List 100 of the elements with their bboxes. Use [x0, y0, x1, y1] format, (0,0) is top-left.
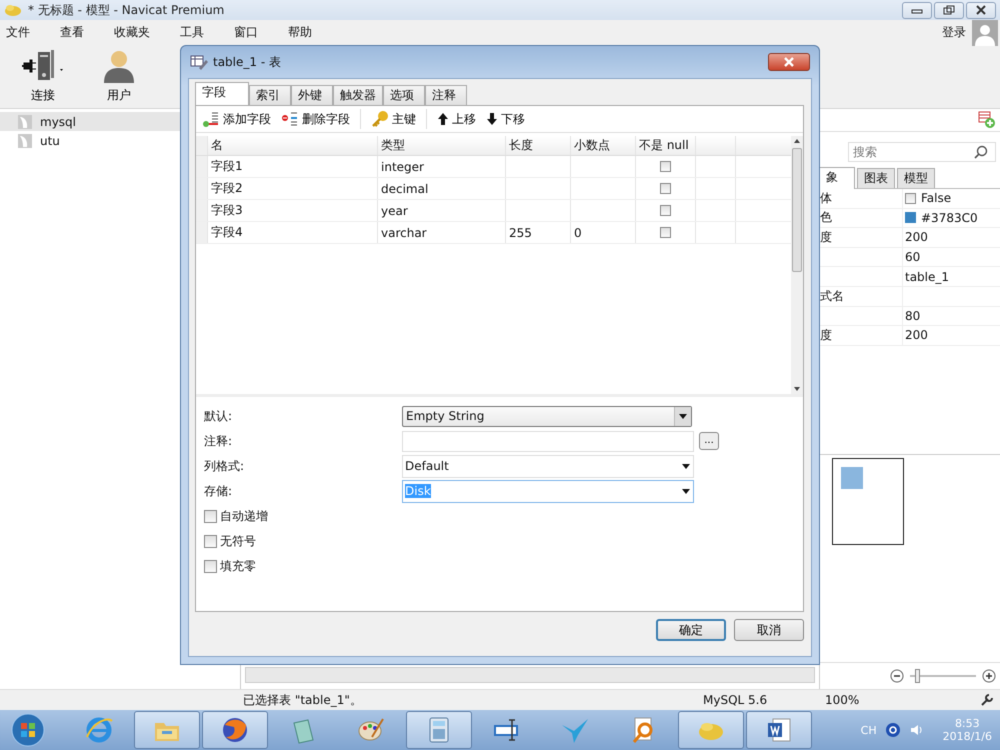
taskbar-app[interactable] — [202, 711, 268, 749]
scroll-down-icon[interactable] — [793, 386, 801, 392]
table-cell: 0 — [571, 222, 636, 243]
login-link[interactable]: 登录 — [942, 24, 966, 41]
column-header[interactable]: 名 — [208, 136, 378, 155]
property-value: 200 — [905, 230, 928, 244]
slider-thumb[interactable] — [914, 669, 920, 683]
checkbox[interactable] — [204, 534, 217, 548]
app-logo-icon — [4, 3, 22, 17]
column-header[interactable]: 长度 — [506, 136, 571, 155]
toolbar-button[interactable]: 连接 — [10, 49, 76, 104]
table-edit-icon — [190, 54, 208, 70]
checkbox[interactable] — [204, 560, 217, 572]
table-cell: varchar — [378, 222, 506, 243]
taskbar-app[interactable] — [406, 711, 472, 749]
table-cell: 字段4 — [208, 222, 378, 243]
tab[interactable]: 字段 — [195, 82, 249, 105]
user-icon — [102, 49, 136, 83]
column-header[interactable]: 类型 — [378, 136, 506, 155]
restore-button[interactable] — [934, 2, 964, 18]
toolbar-button[interactable]: 主键 — [371, 110, 416, 128]
close-icon — [975, 5, 987, 15]
search-field[interactable]: 搜索 — [848, 142, 996, 162]
zoom-in-icon[interactable] — [982, 669, 996, 683]
dialog-title: table_1 - 表 — [213, 54, 281, 70]
column-header[interactable]: 小数点 — [571, 136, 636, 155]
dropdown-field[interactable]: Default — [402, 454, 694, 478]
clock-date: 2018/1/6 — [942, 730, 992, 743]
browser-icon — [84, 715, 114, 745]
checkbox[interactable] — [204, 510, 217, 522]
dropdown-field[interactable]: Empty String — [402, 406, 692, 426]
menu-item[interactable]: 文件 — [6, 24, 60, 41]
checkbox-label: 无符号 — [220, 532, 256, 550]
scroll-up-icon[interactable] — [793, 138, 801, 144]
arrow-down-icon — [486, 112, 498, 126]
taskbar-app[interactable] — [678, 711, 744, 749]
checkbox-label: 填充零 — [220, 558, 256, 574]
search-icon — [974, 145, 988, 159]
panel-tab[interactable]: 象 — [820, 167, 855, 189]
minimize-button[interactable] — [902, 2, 932, 18]
menu-item[interactable]: 窗口 — [234, 24, 288, 41]
ok-button[interactable]: 确定 — [656, 619, 726, 641]
panel-tab[interactable]: 模型 — [897, 168, 935, 188]
property-value: 60 — [905, 250, 920, 264]
globe-icon — [220, 715, 250, 745]
tab[interactable]: 选项 — [383, 85, 425, 105]
menu-item[interactable]: 帮助 — [288, 24, 342, 41]
checkbox[interactable] — [660, 183, 671, 194]
close-button[interactable] — [768, 53, 810, 71]
column-header[interactable]: 不是 null — [636, 136, 696, 155]
add-field-icon — [202, 111, 220, 127]
property-value: 200 — [905, 328, 928, 342]
status-message: 已选择表 "table_1"。 — [243, 692, 363, 708]
checkbox[interactable] — [660, 205, 671, 216]
property-value: 80 — [905, 308, 920, 323]
caret-icon — [682, 488, 690, 494]
vertical-scrollbar[interactable] — [791, 136, 803, 394]
tab[interactable]: 注释 — [425, 85, 467, 105]
tab[interactable]: 索引 — [249, 85, 291, 105]
input-field[interactable] — [402, 430, 694, 452]
clock-time: 8:53 — [954, 717, 980, 730]
tab[interactable]: 外键 — [291, 85, 333, 105]
key-icon — [371, 110, 389, 128]
menu-item[interactable]: 收藏夹 — [114, 24, 180, 41]
taskbar-app[interactable] — [134, 711, 200, 749]
caret-icon — [679, 414, 687, 418]
taskbar-app[interactable] — [746, 711, 812, 749]
arrow-up-icon — [437, 112, 449, 126]
property-value: #3783C0 — [921, 210, 978, 225]
horizontal-scrollbar[interactable] — [245, 667, 815, 683]
connection-icon — [18, 114, 32, 128]
cancel-button[interactable]: 取消 — [734, 619, 804, 641]
table-cell: year — [378, 200, 506, 221]
menu-item[interactable]: 查看 — [60, 24, 114, 41]
toolbar-button[interactable]: 上移 — [437, 110, 476, 128]
tab[interactable]: 触发器 — [333, 85, 383, 105]
server-version: MySQL 5.6 — [703, 693, 768, 707]
add-table-icon[interactable] — [978, 111, 996, 129]
table-cell: decimal — [378, 178, 506, 199]
toolbar-button[interactable]: 下移 — [486, 110, 525, 128]
help-icon[interactable] — [884, 722, 901, 738]
wrench-icon[interactable] — [980, 693, 994, 707]
more-button[interactable]: ... — [699, 432, 719, 450]
toolbar-button[interactable]: 删除字段 — [281, 110, 350, 128]
table-cell: 字段3 — [208, 200, 378, 221]
property-value: False — [921, 191, 952, 206]
table-cell: 255 — [506, 222, 571, 243]
panel-tab[interactable]: 图表 — [857, 168, 895, 188]
checkbox[interactable] — [660, 227, 671, 238]
zoom-out-icon[interactable] — [890, 669, 904, 683]
toolbar-button[interactable]: 用户 — [86, 49, 152, 104]
checkbox[interactable] — [660, 161, 671, 172]
checkbox[interactable] — [905, 192, 916, 204]
zoom-slider[interactable] — [910, 669, 976, 683]
delete-field-icon — [281, 111, 299, 127]
close-button[interactable] — [966, 2, 996, 18]
property-value: table_1 — [905, 270, 950, 284]
field-label: 存储: — [204, 482, 234, 500]
menu-item[interactable]: 工具 — [180, 24, 234, 41]
field-label: 注释: — [204, 432, 234, 450]
